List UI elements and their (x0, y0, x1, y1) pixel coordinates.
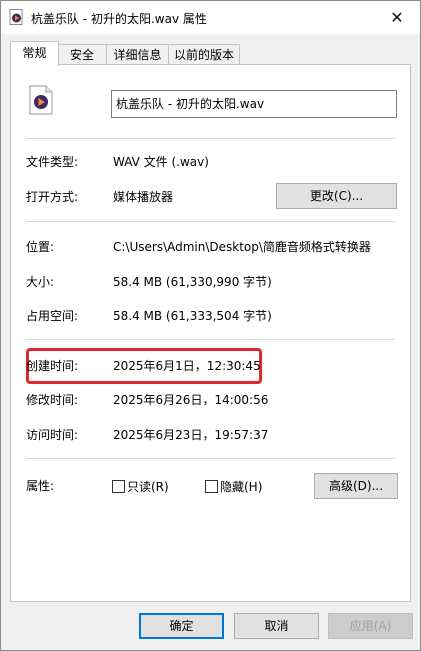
file-type-value: WAV 文件 (.wav) (113, 155, 209, 169)
ok-button[interactable]: 确定 (139, 613, 224, 639)
tab-general[interactable]: 常规 (10, 41, 59, 66)
divider (26, 339, 395, 340)
size-value: 58.4 MB (61,330,990 字节) (113, 275, 272, 289)
change-button[interactable]: 更改(C)... (276, 183, 397, 209)
window-title: 杭盖乐队 - 初升的太阳.wav 属性 (31, 12, 207, 26)
readonly-label[interactable]: 只读(R) (127, 478, 169, 495)
tab-security[interactable]: 安全 (57, 44, 107, 65)
modified-value: 2025年6月26日，14:00:56 (113, 393, 269, 407)
divider (26, 458, 395, 459)
wav-file-icon (29, 85, 53, 115)
divider (26, 221, 395, 222)
advanced-button[interactable]: 高级(D)... (314, 473, 398, 499)
created-value: 2025年6月1日，12:30:45 (113, 359, 261, 373)
created-label: 创建时间: (26, 359, 79, 373)
title-bar: 杭盖乐队 - 初升的太阳.wav 属性 ✕ (1, 1, 420, 34)
general-panel: 杭盖乐队 - 初升的太阳.wav 文件类型: WAV 文件 (.wav) 打开方… (10, 64, 411, 602)
disk-size-value: 58.4 MB (61,333,504 字节) (113, 309, 272, 323)
location-label: 位置: (26, 240, 55, 254)
cancel-button[interactable]: 取消 (234, 613, 319, 639)
close-button[interactable]: ✕ (374, 1, 420, 34)
accessed-label: 访问时间: (26, 428, 79, 442)
hidden-label[interactable]: 隐藏(H) (220, 478, 262, 495)
properties-window: 杭盖乐队 - 初升的太阳.wav 属性 ✕ 常规 安全 详细信息 以前的版本 杭… (0, 0, 421, 651)
tab-previous-versions[interactable]: 以前的版本 (168, 44, 240, 65)
accessed-value: 2025年6月23日，19:57:37 (113, 428, 269, 442)
size-label: 大小: (26, 275, 55, 289)
file-type-label: 文件类型: (26, 155, 79, 169)
location-value: C:\Users\Admin\Desktop\简鹿音频格式转换器 (113, 240, 371, 254)
apply-button[interactable]: 应用(A) (328, 613, 413, 639)
media-file-icon (9, 9, 23, 25)
readonly-checkbox[interactable] (112, 480, 125, 493)
open-with-value: 媒体播放器 (113, 190, 174, 204)
modified-label: 修改时间: (26, 393, 79, 407)
hidden-checkbox[interactable] (205, 480, 218, 493)
divider (26, 138, 395, 139)
tab-details[interactable]: 详细信息 (106, 44, 169, 65)
attributes-label: 属性: (26, 479, 55, 493)
file-name-input[interactable]: 杭盖乐队 - 初升的太阳.wav (111, 90, 397, 118)
disk-size-label: 占用空间: (26, 309, 79, 323)
open-with-label: 打开方式: (26, 190, 79, 204)
